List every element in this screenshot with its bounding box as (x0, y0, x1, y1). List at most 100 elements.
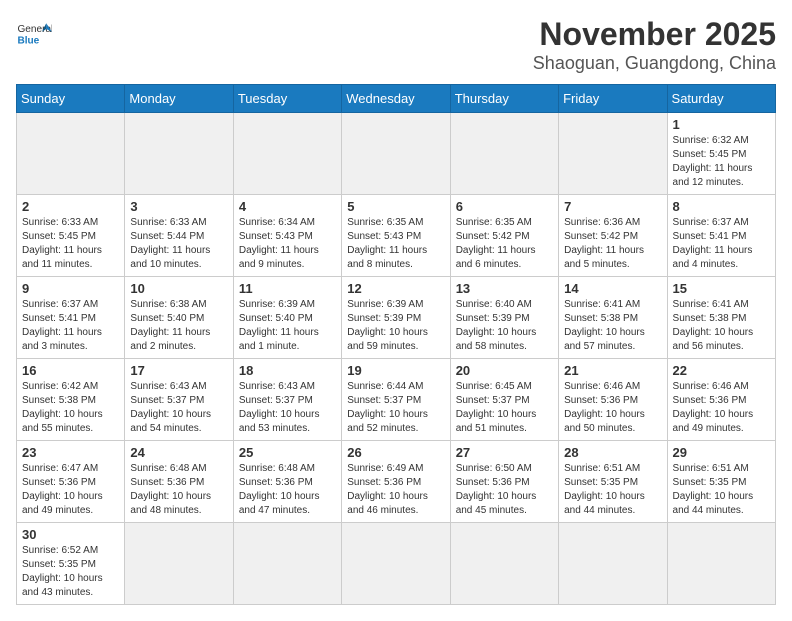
day-number: 20 (456, 363, 553, 378)
calendar-cell: 21Sunrise: 6:46 AM Sunset: 5:36 PM Dayli… (559, 359, 667, 441)
calendar-week-row: 23 Sunrise: 6:47 AM Sunset: 5:36 PM Dayli… (17, 441, 776, 523)
calendar-header-thursday: Thursday (450, 85, 558, 113)
calendar-header-sunday: Sunday (17, 85, 125, 113)
day-number: 22 (673, 363, 770, 378)
calendar-header-tuesday: Tuesday (233, 85, 341, 113)
day-info: Sunrise: 6:48 AM Sunset: 5:36 PM Dayligh… (239, 462, 336, 518)
day-number: 24 (130, 445, 227, 460)
calendar-cell: 23 Sunrise: 6:47 AM Sunset: 5:36 PM Dayli… (17, 441, 125, 523)
day-info: Sunrise: 6:33 AM Sunset: 5:45 PM Dayligh… (22, 216, 119, 272)
day-number: 21 (564, 363, 661, 378)
calendar-cell (17, 113, 125, 195)
day-info: Sunrise: 6:37 AM Sunset: 5:41 PM Dayligh… (22, 298, 119, 354)
calendar-cell: 15Sunrise: 6:41 AM Sunset: 5:38 PM Dayli… (667, 277, 775, 359)
calendar-cell: 28Sunrise: 6:51 AM Sunset: 5:35 PM Dayli… (559, 441, 667, 523)
day-info: Sunrise: 6:38 AM Sunset: 5:40 PM Dayligh… (130, 298, 227, 354)
calendar-cell: 20 Sunrise: 6:45 AM Sunset: 5:37 PM Dayli… (450, 359, 558, 441)
calendar-cell: 17Sunrise: 6:43 AM Sunset: 5:37 PM Dayli… (125, 359, 233, 441)
calendar-cell: 14Sunrise: 6:41 AM Sunset: 5:38 PM Dayli… (559, 277, 667, 359)
calendar-cell: 24 Sunrise: 6:48 AM Sunset: 5:36 PM Dayli… (125, 441, 233, 523)
calendar-cell: 12 Sunrise: 6:39 AM Sunset: 5:39 PM Dayli… (342, 277, 450, 359)
calendar-cell: 29Sunrise: 6:51 AM Sunset: 5:35 PM Dayli… (667, 441, 775, 523)
day-info: Sunrise: 6:51 AM Sunset: 5:35 PM Dayligh… (564, 462, 661, 518)
calendar-cell: 11Sunrise: 6:39 AM Sunset: 5:40 PM Dayli… (233, 277, 341, 359)
calendar-cell: 25 Sunrise: 6:48 AM Sunset: 5:36 PM Dayli… (233, 441, 341, 523)
calendar-cell: 10 Sunrise: 6:38 AM Sunset: 5:40 PM Dayli… (125, 277, 233, 359)
calendar-cell: 16Sunrise: 6:42 AM Sunset: 5:38 PM Dayli… (17, 359, 125, 441)
day-info: Sunrise: 6:52 AM Sunset: 5:35 PM Dayligh… (22, 544, 119, 600)
day-number: 15 (673, 281, 770, 296)
day-info: Sunrise: 6:36 AM Sunset: 5:42 PM Dayligh… (564, 216, 661, 272)
calendar-cell (450, 523, 558, 605)
day-info: Sunrise: 6:39 AM Sunset: 5:39 PM Dayligh… (347, 298, 444, 354)
day-number: 5 (347, 199, 444, 214)
calendar: SundayMondayTuesdayWednesdayThursdayFrid… (16, 84, 776, 605)
calendar-cell: 30 Sunrise: 6:52 AM Sunset: 5:35 PM Dayli… (17, 523, 125, 605)
calendar-cell: 27 Sunrise: 6:50 AM Sunset: 5:36 PM Dayli… (450, 441, 558, 523)
calendar-cell: 3 Sunrise: 6:33 AM Sunset: 5:44 PM Daylig… (125, 195, 233, 277)
day-info: Sunrise: 6:50 AM Sunset: 5:36 PM Dayligh… (456, 462, 553, 518)
calendar-cell (559, 523, 667, 605)
calendar-week-row: 2Sunrise: 6:33 AM Sunset: 5:45 PM Daylig… (17, 195, 776, 277)
day-info: Sunrise: 6:51 AM Sunset: 5:35 PM Dayligh… (673, 462, 770, 518)
day-info: Sunrise: 6:48 AM Sunset: 5:36 PM Dayligh… (130, 462, 227, 518)
title-section: November 2025 Shaoguan, Guangdong, China (533, 16, 776, 74)
day-number: 30 (22, 527, 119, 542)
day-number: 8 (673, 199, 770, 214)
calendar-header-saturday: Saturday (667, 85, 775, 113)
day-info: Sunrise: 6:49 AM Sunset: 5:36 PM Dayligh… (347, 462, 444, 518)
calendar-cell: 13Sunrise: 6:40 AM Sunset: 5:39 PM Dayli… (450, 277, 558, 359)
calendar-cell: 5 Sunrise: 6:35 AM Sunset: 5:43 PM Daylig… (342, 195, 450, 277)
calendar-cell (667, 523, 775, 605)
day-number: 14 (564, 281, 661, 296)
calendar-week-row: 9 Sunrise: 6:37 AM Sunset: 5:41 PM Daylig… (17, 277, 776, 359)
day-number: 26 (347, 445, 444, 460)
calendar-cell: 19Sunrise: 6:44 AM Sunset: 5:37 PM Dayli… (342, 359, 450, 441)
calendar-cell (125, 113, 233, 195)
calendar-cell: 6 Sunrise: 6:35 AM Sunset: 5:42 PM Daylig… (450, 195, 558, 277)
day-number: 3 (130, 199, 227, 214)
day-info: Sunrise: 6:33 AM Sunset: 5:44 PM Dayligh… (130, 216, 227, 272)
day-number: 1 (673, 117, 770, 132)
day-number: 16 (22, 363, 119, 378)
day-info: Sunrise: 6:35 AM Sunset: 5:43 PM Dayligh… (347, 216, 444, 272)
day-number: 25 (239, 445, 336, 460)
logo-icon: General Blue (16, 16, 52, 52)
calendar-cell (450, 113, 558, 195)
calendar-cell (233, 523, 341, 605)
day-number: 4 (239, 199, 336, 214)
day-info: Sunrise: 6:45 AM Sunset: 5:37 PM Dayligh… (456, 380, 553, 436)
day-number: 17 (130, 363, 227, 378)
day-number: 12 (347, 281, 444, 296)
day-number: 27 (456, 445, 553, 460)
calendar-cell: 7Sunrise: 6:36 AM Sunset: 5:42 PM Daylig… (559, 195, 667, 277)
day-number: 18 (239, 363, 336, 378)
day-info: Sunrise: 6:35 AM Sunset: 5:42 PM Dayligh… (456, 216, 553, 272)
calendar-week-row: 16Sunrise: 6:42 AM Sunset: 5:38 PM Dayli… (17, 359, 776, 441)
day-info: Sunrise: 6:43 AM Sunset: 5:37 PM Dayligh… (239, 380, 336, 436)
calendar-header-wednesday: Wednesday (342, 85, 450, 113)
calendar-week-row: 30 Sunrise: 6:52 AM Sunset: 5:35 PM Dayli… (17, 523, 776, 605)
calendar-cell (342, 113, 450, 195)
calendar-cell: 1 Sunrise: 6:32 AM Sunset: 5:45 PM Daylig… (667, 113, 775, 195)
calendar-header-friday: Friday (559, 85, 667, 113)
logo: General Blue (16, 16, 52, 52)
day-info: Sunrise: 6:47 AM Sunset: 5:36 PM Dayligh… (22, 462, 119, 518)
day-info: Sunrise: 6:34 AM Sunset: 5:43 PM Dayligh… (239, 216, 336, 272)
calendar-header-monday: Monday (125, 85, 233, 113)
day-number: 9 (22, 281, 119, 296)
day-number: 10 (130, 281, 227, 296)
day-number: 13 (456, 281, 553, 296)
day-info: Sunrise: 6:32 AM Sunset: 5:45 PM Dayligh… (673, 134, 770, 190)
day-number: 23 (22, 445, 119, 460)
calendar-cell: 9 Sunrise: 6:37 AM Sunset: 5:41 PM Daylig… (17, 277, 125, 359)
day-info: Sunrise: 6:46 AM Sunset: 5:36 PM Dayligh… (673, 380, 770, 436)
location-title: Shaoguan, Guangdong, China (533, 53, 776, 74)
month-title: November 2025 (533, 16, 776, 53)
day-info: Sunrise: 6:39 AM Sunset: 5:40 PM Dayligh… (239, 298, 336, 354)
day-number: 6 (456, 199, 553, 214)
calendar-cell: 22 Sunrise: 6:46 AM Sunset: 5:36 PM Dayli… (667, 359, 775, 441)
calendar-cell (233, 113, 341, 195)
calendar-cell: 26 Sunrise: 6:49 AM Sunset: 5:36 PM Dayli… (342, 441, 450, 523)
header: General Blue November 2025 Shaoguan, Gua… (16, 16, 776, 74)
